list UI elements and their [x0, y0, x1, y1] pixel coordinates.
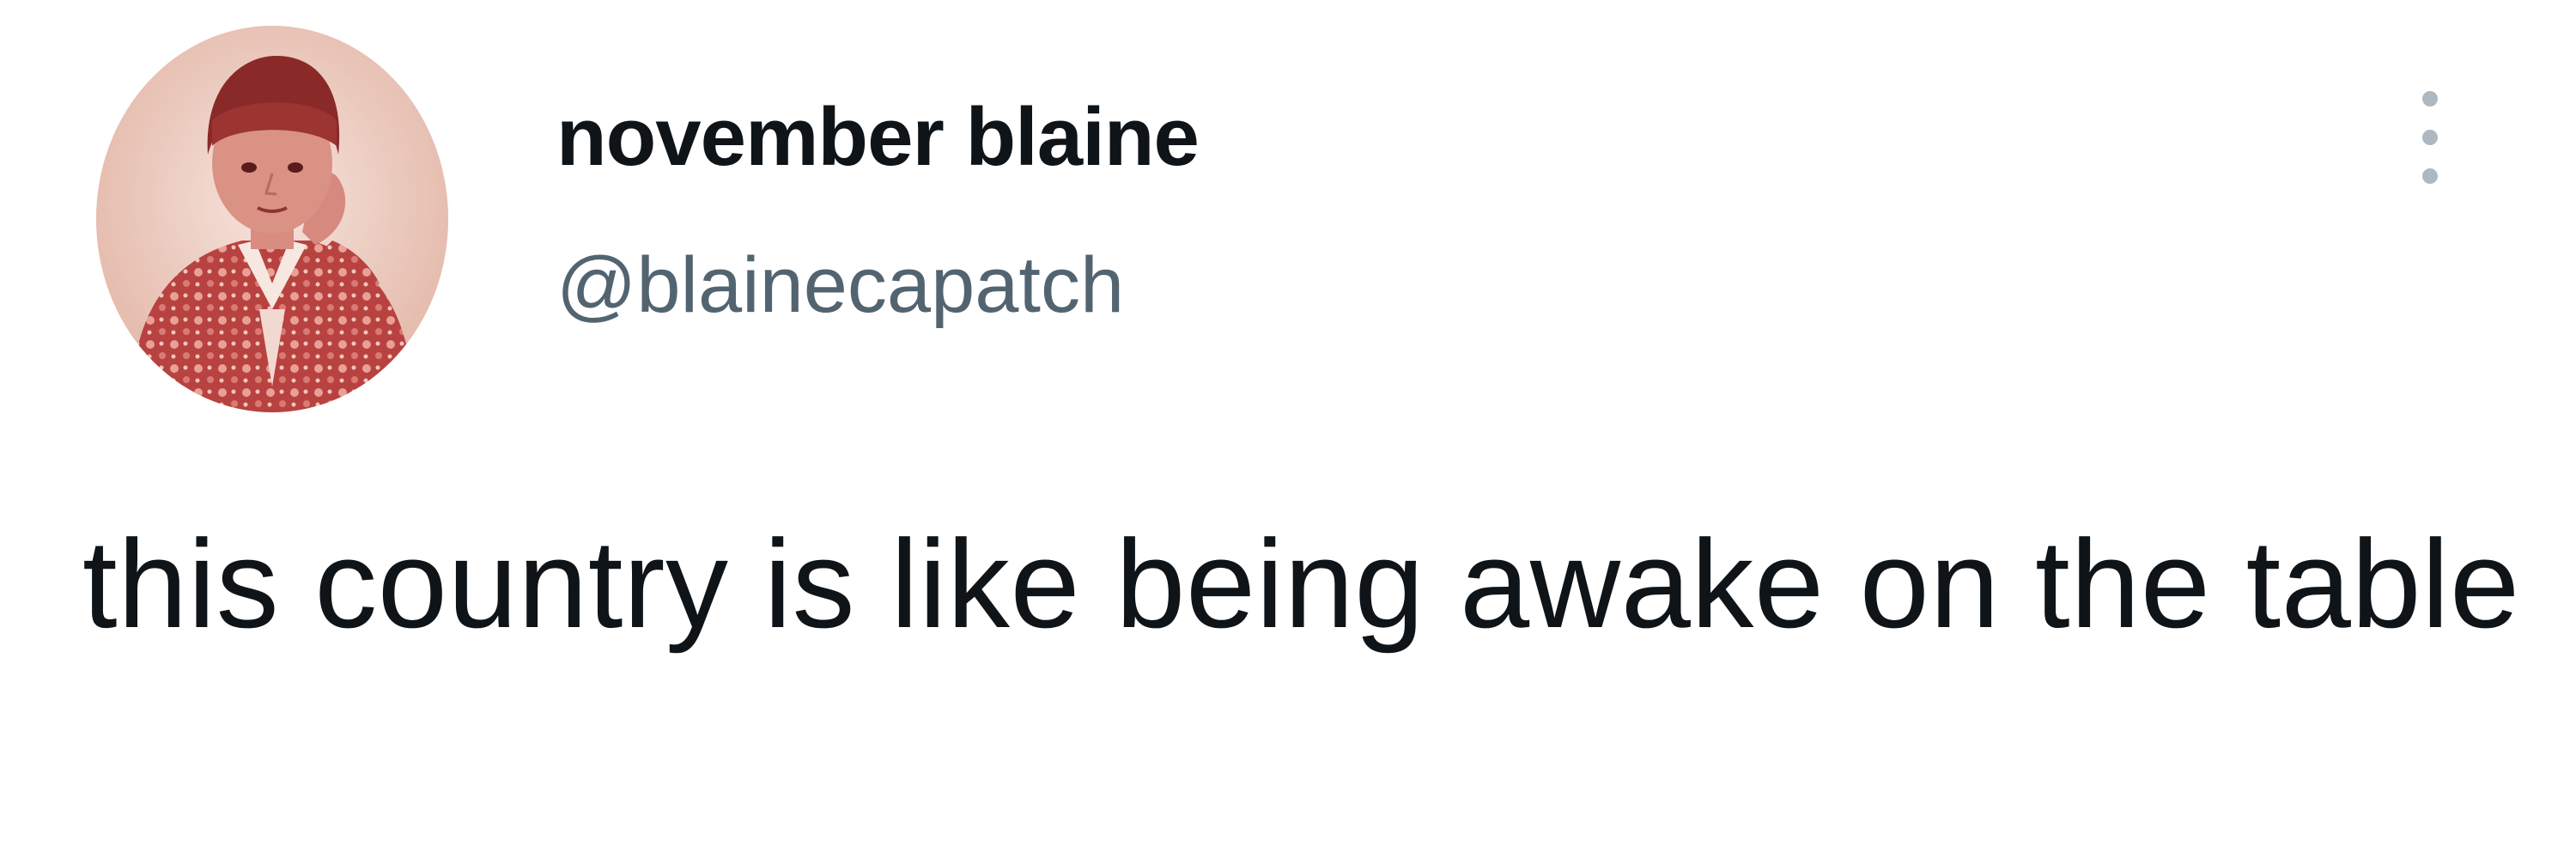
author-display-name[interactable]: november blaine — [556, 90, 1200, 185]
more-options-button[interactable] — [2396, 77, 2464, 198]
avatar-photo — [96, 26, 448, 412]
more-options-icon-dot — [2422, 130, 2438, 145]
avatar[interactable] — [96, 26, 448, 412]
more-options-icon — [2422, 91, 2438, 107]
more-options-icon-dot — [2422, 168, 2438, 184]
tweet-card: november blaine @blainecapatch this coun… — [0, 0, 2576, 859]
tweet-text: this country is like being awake on the … — [82, 514, 2520, 654]
author-handle[interactable]: @blainecapatch — [556, 241, 1124, 331]
